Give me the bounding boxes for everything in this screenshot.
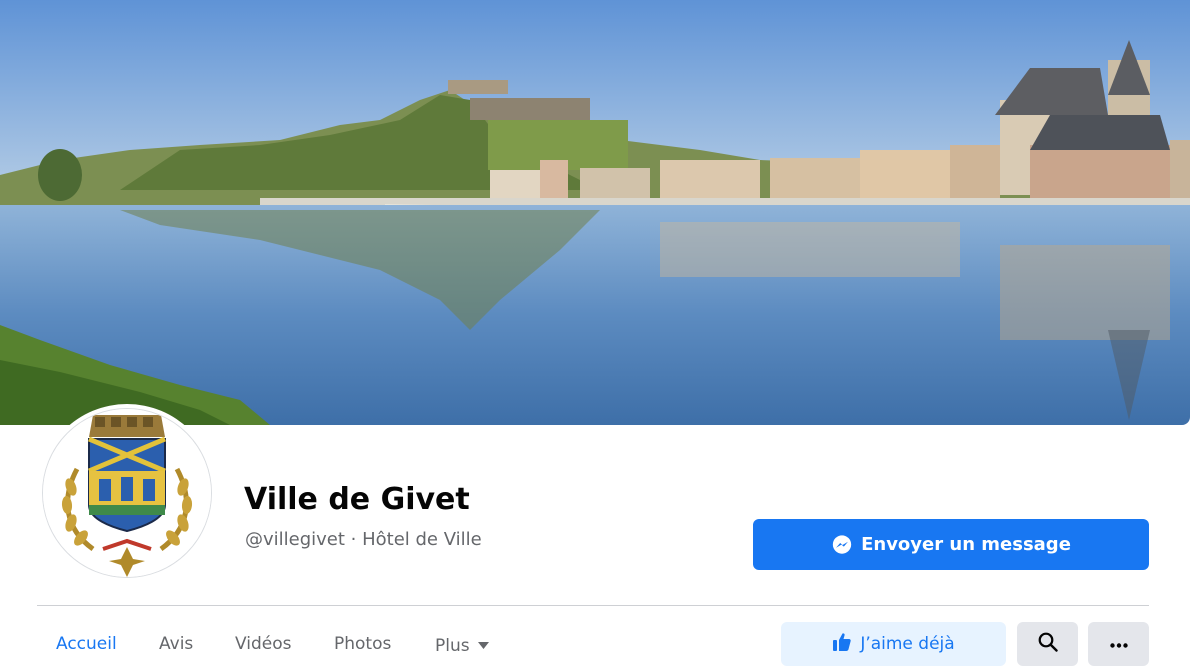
tab-plus-label: Plus	[435, 636, 470, 656]
thumbs-up-icon	[832, 632, 852, 657]
messenger-icon	[831, 534, 853, 556]
header-divider	[37, 605, 1149, 606]
page-title: Ville de Givet	[244, 482, 470, 517]
caret-down-icon	[477, 633, 489, 655]
send-message-button[interactable]: Envoyer un message	[753, 519, 1149, 570]
more-horizontal-icon	[1109, 635, 1128, 653]
cover-photo[interactable]	[0, 0, 1190, 425]
more-options-button[interactable]	[1088, 622, 1149, 666]
send-message-label: Envoyer un message	[861, 534, 1071, 555]
page-handle-category: @villegivet · Hôtel de Ville	[245, 529, 482, 550]
profile-picture[interactable]	[42, 408, 212, 578]
search-icon	[1038, 632, 1058, 657]
liked-button[interactable]: J’aime déjà	[781, 622, 1006, 666]
tab-plus[interactable]: Plus	[435, 633, 489, 657]
tab-photos[interactable]: Photos	[334, 633, 391, 655]
tab-videos[interactable]: Vidéos	[235, 633, 292, 655]
tab-avis[interactable]: Avis	[159, 633, 193, 655]
liked-label: J’aime déjà	[860, 634, 955, 654]
cover-photo-scene	[0, 0, 1190, 425]
coat-of-arms-logo	[43, 409, 211, 577]
tab-accueil[interactable]: Accueil	[56, 633, 117, 655]
search-button[interactable]	[1017, 622, 1078, 666]
